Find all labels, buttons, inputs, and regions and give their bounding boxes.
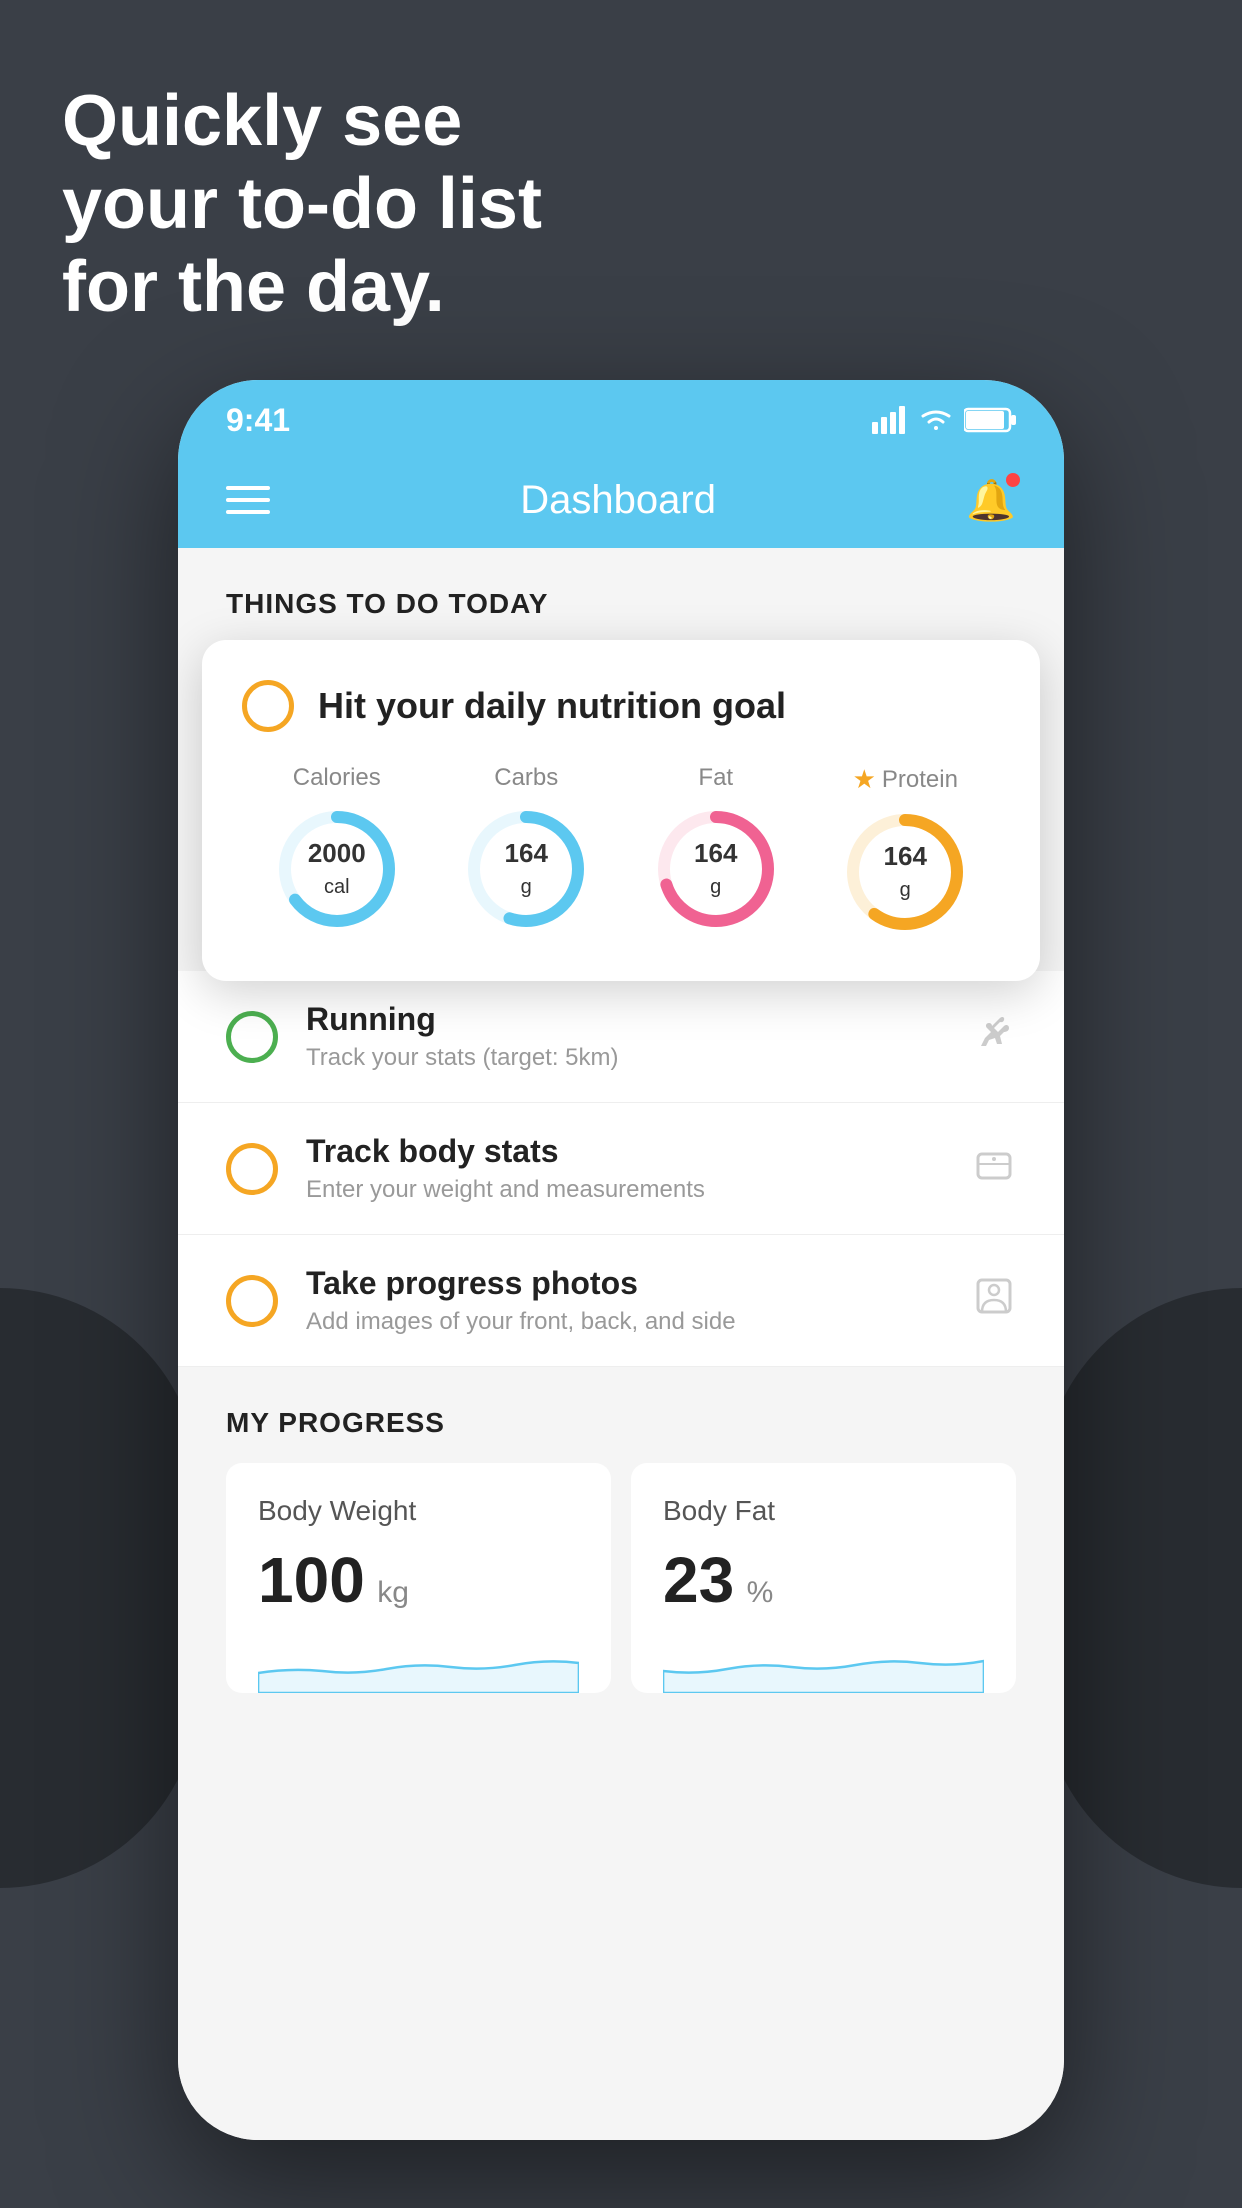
notification-dot — [1006, 473, 1020, 487]
status-icons — [872, 406, 1016, 434]
weight-value: 100 — [258, 1544, 365, 1616]
metric-carbs-label: Carbs — [494, 764, 558, 792]
star-icon: ★ — [853, 764, 876, 795]
nutrition-radio[interactable] — [242, 680, 294, 732]
nav-title: Dashboard — [520, 478, 716, 523]
fat-chart — [663, 1633, 984, 1693]
donut-fat: 164g — [651, 804, 781, 934]
todo-text-running: Running Track your stats (target: 5km) — [306, 1001, 944, 1072]
metric-fat: Fat 164g — [651, 764, 781, 934]
nutrition-metrics: Calories 2000cal Carbs — [242, 764, 1000, 937]
metric-protein: ★Protein 164g — [840, 764, 970, 937]
nav-bar: Dashboard 🔔 — [178, 452, 1064, 548]
donut-carbs-text: 164g — [505, 838, 548, 900]
todo-subtitle-bodystats: Enter your weight and measurements — [306, 1176, 944, 1204]
section-header: THINGS TO DO TODAY — [178, 548, 1064, 640]
todo-item-photos[interactable]: Take progress photos Add images of your … — [178, 1235, 1064, 1367]
donut-calories: 2000cal — [272, 804, 402, 934]
fat-unit: % — [747, 1576, 774, 1609]
scale-icon — [972, 1142, 1016, 1195]
status-bar: 9:41 — [178, 380, 1064, 452]
nutrition-card[interactable]: Hit your daily nutrition goal Calories 2… — [202, 640, 1040, 981]
progress-card-fat[interactable]: Body Fat 23 % — [631, 1463, 1016, 1693]
signal-icon — [872, 406, 908, 434]
fat-value: 23 — [663, 1544, 734, 1616]
donut-carbs: 164g — [461, 804, 591, 934]
todo-radio-photos[interactable] — [226, 1275, 278, 1327]
weight-chart — [258, 1633, 579, 1693]
metric-protein-label: ★Protein — [853, 764, 958, 795]
todo-subtitle-photos: Add images of your front, back, and side — [306, 1308, 944, 1336]
progress-card-weight[interactable]: Body Weight 100 kg — [226, 1463, 611, 1693]
weight-value-row: 100 kg — [258, 1543, 579, 1617]
fat-value-row: 23 % — [663, 1543, 984, 1617]
wifi-icon — [918, 406, 954, 434]
donut-protein: 164g — [840, 807, 970, 937]
progress-title: MY PROGRESS — [226, 1407, 1016, 1439]
bg-shadow-right — [1042, 1288, 1242, 1888]
metric-carbs: Carbs 164g — [461, 764, 591, 934]
todo-subtitle-running: Track your stats (target: 5km) — [306, 1044, 944, 1072]
todo-item-running[interactable]: Running Track your stats (target: 5km) — [178, 971, 1064, 1103]
metric-calories-label: Calories — [293, 764, 381, 792]
person-icon — [972, 1274, 1016, 1327]
todo-title-photos: Take progress photos — [306, 1265, 944, 1302]
phone-frame: 9:41 Dashboar — [178, 380, 1064, 2140]
progress-cards: Body Weight 100 kg Body Fat 23 — [226, 1463, 1016, 1693]
running-icon — [972, 1010, 1016, 1063]
todo-radio-running[interactable] — [226, 1011, 278, 1063]
phone-content: THINGS TO DO TODAY Hit your daily nutrit… — [178, 548, 1064, 2140]
hamburger-menu[interactable] — [226, 486, 270, 514]
headline-line3: for the day. — [62, 246, 542, 329]
donut-protein-text: 164g — [884, 841, 927, 903]
nutrition-label: Hit your daily nutrition goal — [318, 685, 786, 727]
todo-text-photos: Take progress photos Add images of your … — [306, 1265, 944, 1336]
metric-calories: Calories 2000cal — [272, 764, 402, 934]
progress-section: MY PROGRESS Body Weight 100 kg — [178, 1367, 1064, 1713]
headline: Quickly see your to-do list for the day. — [62, 80, 542, 328]
weight-card-title: Body Weight — [258, 1495, 579, 1527]
headline-line2: your to-do list — [62, 163, 542, 246]
status-time: 9:41 — [226, 402, 290, 439]
fat-card-title: Body Fat — [663, 1495, 984, 1527]
donut-fat-text: 164g — [694, 838, 737, 900]
metric-fat-label: Fat — [698, 764, 733, 792]
todo-item-bodystats[interactable]: Track body stats Enter your weight and m… — [178, 1103, 1064, 1235]
todo-radio-bodystats[interactable] — [226, 1143, 278, 1195]
nutrition-card-title: Hit your daily nutrition goal — [242, 680, 1000, 732]
donut-calories-text: 2000cal — [308, 838, 366, 900]
todo-list: Running Track your stats (target: 5km) T… — [178, 971, 1064, 1367]
todo-title-bodystats: Track body stats — [306, 1133, 944, 1170]
todo-text-bodystats: Track body stats Enter your weight and m… — [306, 1133, 944, 1204]
headline-line1: Quickly see — [62, 80, 542, 163]
bell-icon[interactable]: 🔔 — [966, 477, 1016, 524]
bg-shadow-left — [0, 1288, 200, 1888]
battery-icon — [964, 407, 1016, 433]
weight-unit: kg — [377, 1576, 409, 1609]
todo-title-running: Running — [306, 1001, 944, 1038]
